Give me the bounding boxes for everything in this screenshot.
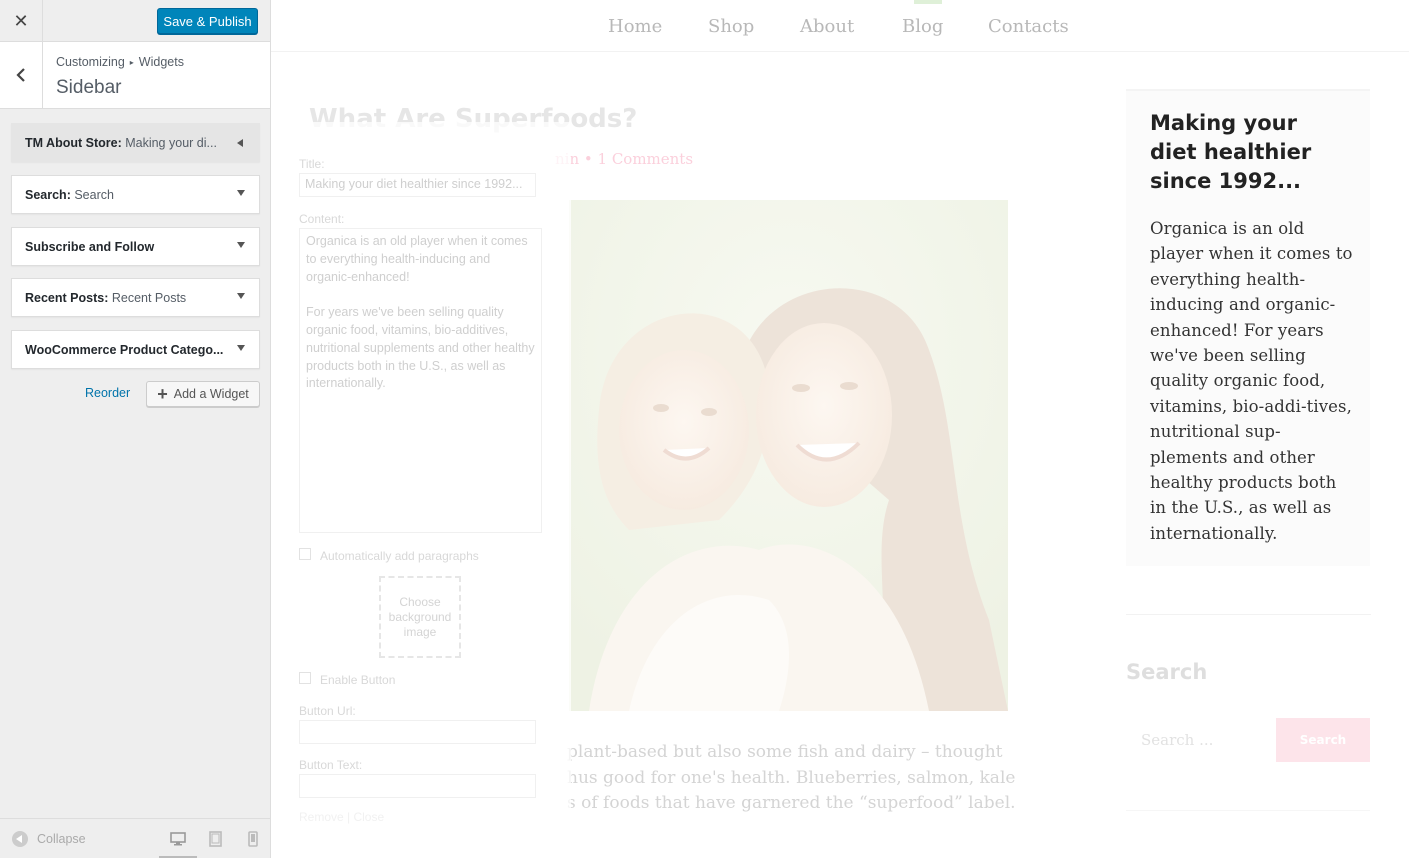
widget-item[interactable]: TM About Store: Making your di... xyxy=(11,123,260,162)
add-widget-button[interactable]: + Add a Widget xyxy=(146,381,260,407)
post-meta[interactable]: nin • 1 Comments xyxy=(555,150,693,168)
title-field-label: Title: xyxy=(299,157,325,171)
about-store-title: Making your diet healthier since 1992... xyxy=(1150,111,1312,193)
excerpt-line: plant-based but also some fish and dairy… xyxy=(567,742,1003,762)
collapse-label: Collapse xyxy=(37,832,86,846)
excerpt-line: hus good for one's health. Blueberries, … xyxy=(567,767,1016,788)
close-icon[interactable]: ✕ xyxy=(0,0,43,42)
widget-item[interactable]: Subscribe and Follow xyxy=(11,227,260,266)
widget-item-instance-title: Search xyxy=(74,187,114,202)
collapse-icon xyxy=(12,831,28,847)
button-url-label: Button Url: xyxy=(299,704,356,718)
customizer-footer: Collapse xyxy=(0,818,270,858)
section-header: Customizing ▸ Widgets Sidebar xyxy=(0,42,270,109)
expand-arrow-icon[interactable] xyxy=(237,242,245,248)
nav-blog[interactable]: Blog xyxy=(902,16,943,37)
widget-item-title: TM About Store xyxy=(25,135,118,150)
widget-item[interactable]: Search: Search xyxy=(11,175,260,214)
content-field-label: Content: xyxy=(299,212,345,226)
post-featured-image xyxy=(569,200,1008,711)
widget-item-title: Search xyxy=(25,187,67,202)
widget-item-title: Recent Posts xyxy=(25,290,105,305)
nav-shop[interactable]: Shop xyxy=(708,16,754,37)
section-title: Sidebar xyxy=(56,77,122,98)
collapse-arrow-icon[interactable] xyxy=(237,139,243,147)
search-button[interactable]: Search xyxy=(1276,718,1370,762)
button-text-input[interactable] xyxy=(299,774,536,798)
button-url-input[interactable] xyxy=(299,720,536,744)
customizer-sidebar: ✕ Save & Publish Customizing ▸ Widgets S… xyxy=(0,0,271,858)
breadcrumb-current: Widgets xyxy=(138,55,184,69)
widget-item-title: WooCommerce Product Catego... xyxy=(25,342,224,357)
remove-close-links[interactable]: Remove | Close xyxy=(299,810,384,824)
content-textarea[interactable]: Organica is an old player when it comes … xyxy=(299,228,542,533)
choose-background-image-button[interactable]: Choose background image xyxy=(379,576,461,658)
widget-item-separator: : xyxy=(104,290,112,305)
excerpt-line: s of foods that have garnered the “super… xyxy=(567,793,1016,813)
breadcrumb: Customizing ▸ Widgets xyxy=(56,55,184,69)
enable-button-label: Enable Button xyxy=(320,673,396,687)
expand-arrow-icon[interactable] xyxy=(237,190,245,196)
about-store-text: Organica is an old player when it comes … xyxy=(1150,219,1353,543)
widget-item-instance-title: Making your di... xyxy=(125,135,217,150)
tablet-preview-icon[interactable] xyxy=(205,829,225,849)
customizer-header: ✕ Save & Publish xyxy=(0,0,270,42)
mobile-preview-icon[interactable] xyxy=(243,829,263,849)
widget-item-separator: : xyxy=(117,135,126,150)
nav-active-indicator xyxy=(914,0,942,4)
main-nav: Home Shop About Blog Contacts xyxy=(271,0,1409,52)
add-widget-label: Add a Widget xyxy=(173,387,249,401)
collapse-button[interactable]: Collapse xyxy=(12,831,86,847)
nav-about[interactable]: About xyxy=(800,16,854,37)
save-publish-button[interactable]: Save & Publish xyxy=(157,8,258,34)
widget-item-title: Subscribe and Follow xyxy=(25,239,155,254)
enable-button-checkbox[interactable] xyxy=(299,672,311,684)
expand-arrow-icon[interactable] xyxy=(237,345,245,351)
widget-item-separator: : xyxy=(66,187,75,202)
breadcrumb-separator-icon: ▸ xyxy=(129,57,134,67)
post-excerpt: plant-based but also some fish and dairy… xyxy=(567,740,1017,817)
search-input[interactable]: Search ... xyxy=(1126,718,1276,762)
about-store-widget: Making your diet healthier since 1992...… xyxy=(1126,89,1370,566)
expand-arrow-icon[interactable] xyxy=(237,293,245,299)
auto-paragraphs-label: Automatically add paragraphs xyxy=(320,549,479,563)
about-store-widget-form: Title: Making your diet healthier since … xyxy=(271,122,571,824)
reorder-link[interactable]: Reorder xyxy=(85,386,130,400)
back-arrow-icon[interactable] xyxy=(0,42,43,108)
breadcrumb-root: Customizing xyxy=(56,55,125,69)
auto-paragraphs-checkbox[interactable] xyxy=(299,548,311,560)
title-input[interactable]: Making your diet healthier since 1992... xyxy=(299,173,536,197)
next-widget-box xyxy=(1126,810,1370,858)
widget-item[interactable]: Recent Posts: Recent Posts xyxy=(11,278,260,317)
nav-contacts[interactable]: Contacts xyxy=(988,16,1069,37)
button-text-label: Button Text: xyxy=(299,758,363,772)
nav-home[interactable]: Home xyxy=(608,16,662,37)
sidebar-divider xyxy=(1126,614,1371,615)
plus-icon: + xyxy=(157,384,168,404)
search-widget-title: Search xyxy=(1126,660,1208,684)
widget-item-instance-title: Recent Posts xyxy=(111,290,187,305)
desktop-preview-icon[interactable] xyxy=(168,829,188,849)
widget-item[interactable]: WooCommerce Product Catego... xyxy=(11,330,260,369)
